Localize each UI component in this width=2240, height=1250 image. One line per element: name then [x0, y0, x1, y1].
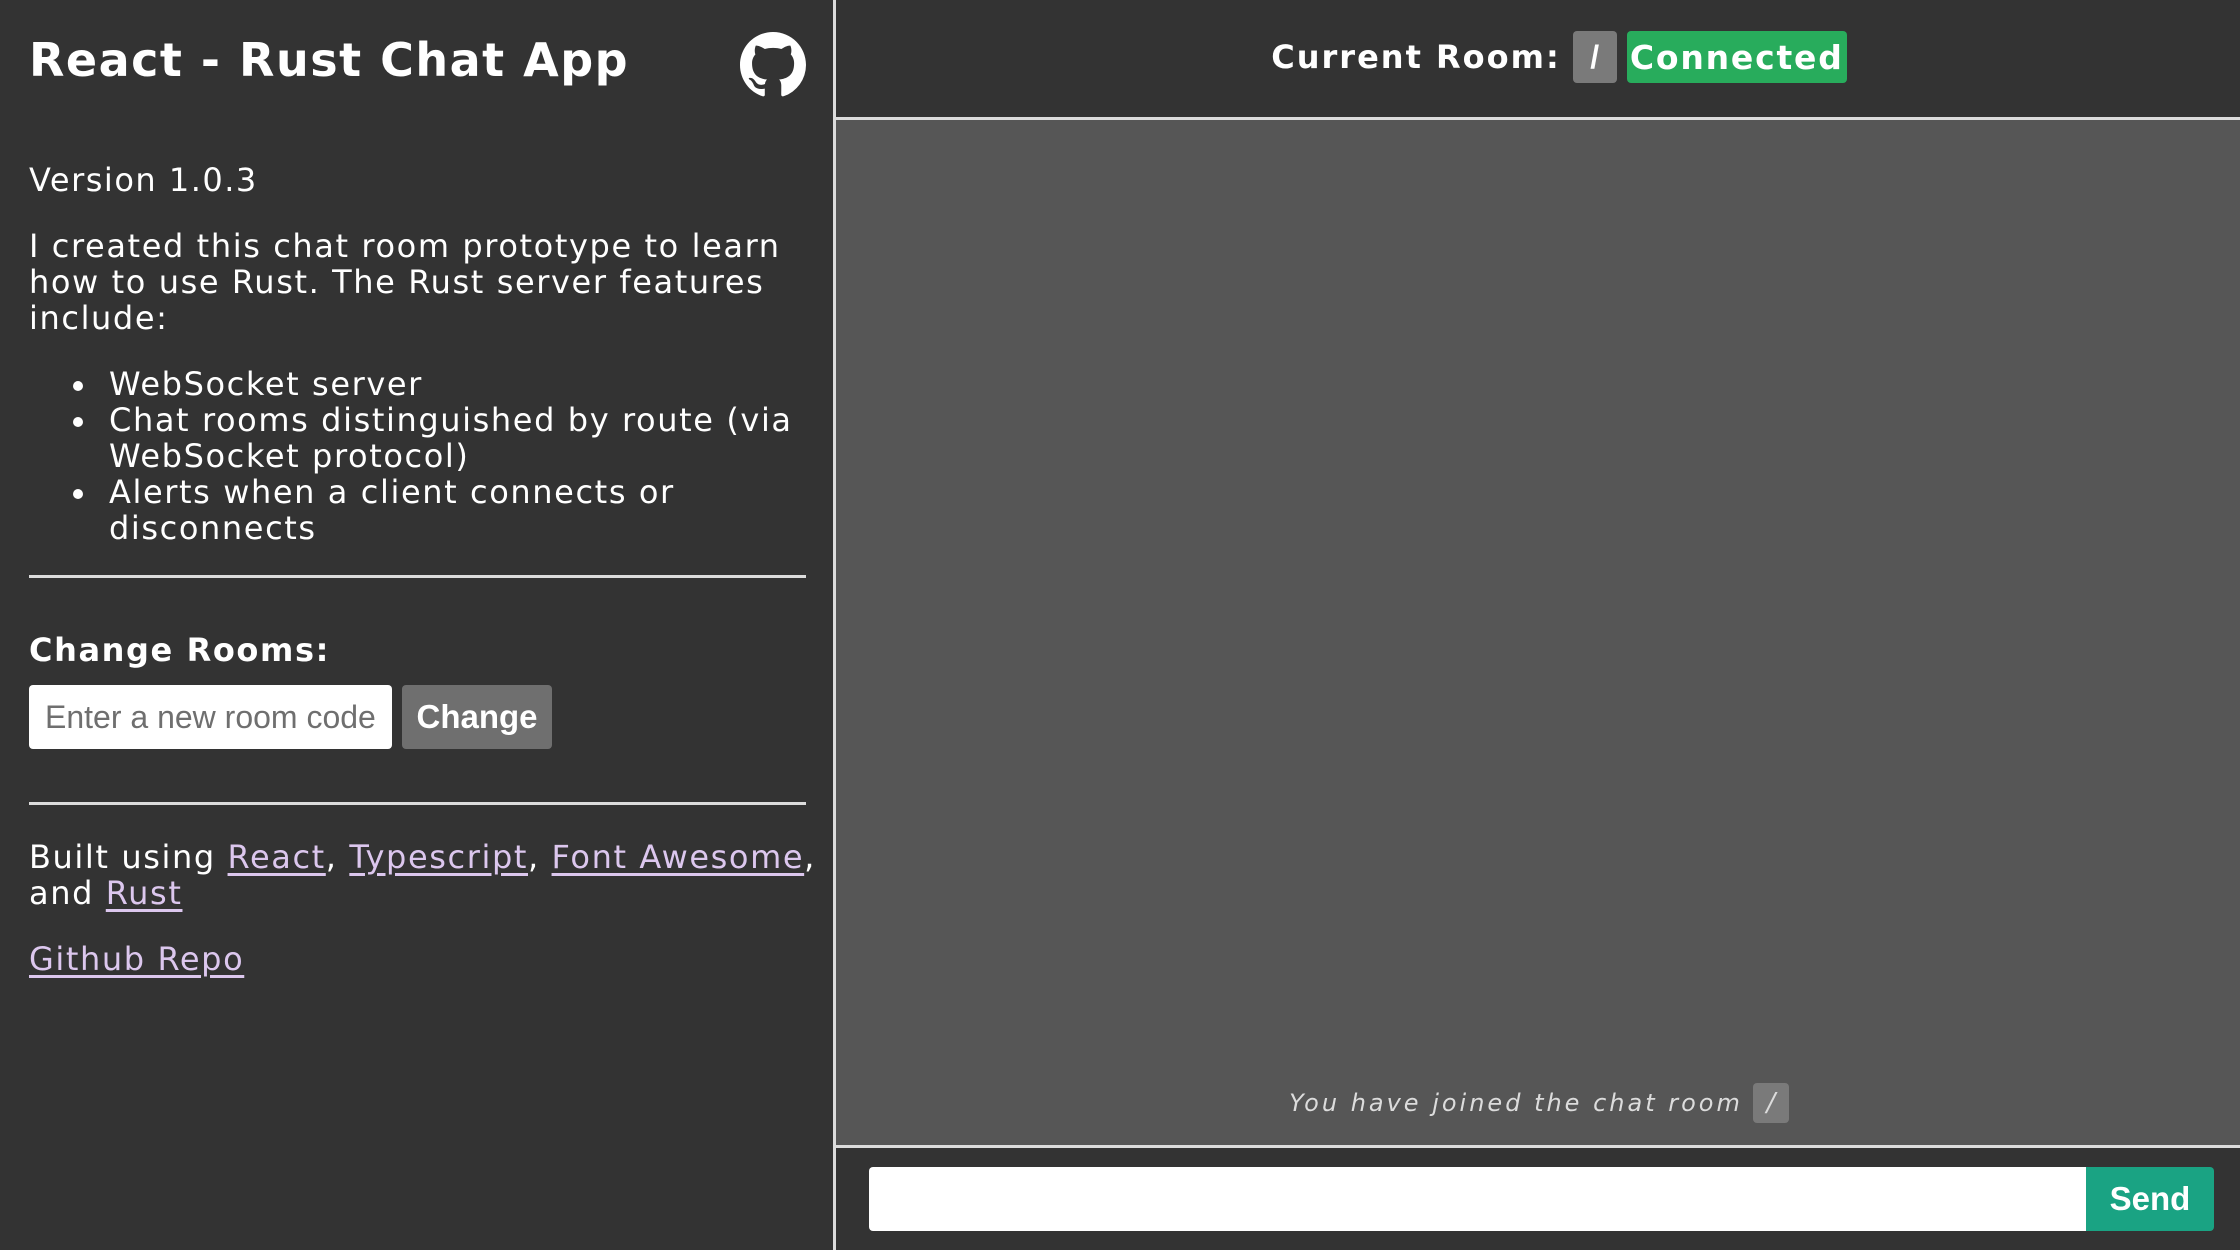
- font-awesome-link[interactable]: Font Awesome: [552, 838, 805, 876]
- app-title: React - Rust Chat App: [29, 33, 630, 87]
- react-link[interactable]: React: [228, 838, 326, 876]
- feature-item: Alerts when a client connects or disconn…: [73, 474, 804, 546]
- system-message-text: You have joined the chat room: [1289, 1089, 1743, 1117]
- intro-text: I created this chat room prototype to le…: [29, 227, 781, 337]
- change-rooms-label: Change Rooms:: [29, 631, 330, 669]
- message-composer: Send: [836, 1148, 2240, 1250]
- message-list[interactable]: You have joined the chat room /: [836, 120, 2240, 1148]
- github-icon[interactable]: [740, 32, 806, 98]
- change-room-form: Change: [29, 685, 804, 749]
- sidebar-header: React - Rust Chat App: [29, 30, 806, 126]
- separator: ,: [528, 838, 552, 876]
- divider: [29, 802, 806, 805]
- message-input[interactable]: [869, 1167, 2086, 1231]
- sidebar: React - Rust Chat App Version 1.0.3 I cr…: [0, 0, 836, 1250]
- room-code-badge: /: [1572, 31, 1617, 83]
- send-button[interactable]: Send: [2086, 1167, 2214, 1231]
- divider: [29, 575, 806, 578]
- built-using-text: Built using React, Typescript, Font Awes…: [29, 839, 819, 911]
- feature-item: Chat rooms distinguished by route (via W…: [73, 402, 804, 474]
- current-room-label: Current Room:: [1271, 38, 1561, 76]
- typescript-link[interactable]: Typescript: [349, 838, 528, 876]
- chat-panel: Current Room: / Connected You have joine…: [836, 0, 2240, 1250]
- feature-item: WebSocket server: [73, 366, 804, 402]
- system-message: You have joined the chat room /: [836, 1083, 2240, 1123]
- version-text: Version 1.0.3: [29, 161, 258, 199]
- room-code-input[interactable]: [29, 685, 392, 749]
- connection-status-badge: Connected: [1626, 31, 1847, 83]
- github-icon-svg: [740, 32, 806, 97]
- system-room-code-badge: /: [1752, 1083, 1789, 1123]
- github-repo-link[interactable]: Github Repo: [29, 939, 244, 979]
- room-header-content: Current Room: / Connected: [1271, 31, 1847, 83]
- feature-list: WebSocket server Chat rooms distinguishe…: [29, 366, 804, 546]
- change-room-button[interactable]: Change: [402, 685, 552, 749]
- built-using-prefix: Built using: [29, 838, 228, 876]
- rust-link[interactable]: Rust: [106, 874, 183, 912]
- app: React - Rust Chat App Version 1.0.3 I cr…: [0, 0, 2240, 1250]
- separator: ,: [325, 838, 350, 876]
- room-header: Current Room: / Connected: [836, 0, 2240, 120]
